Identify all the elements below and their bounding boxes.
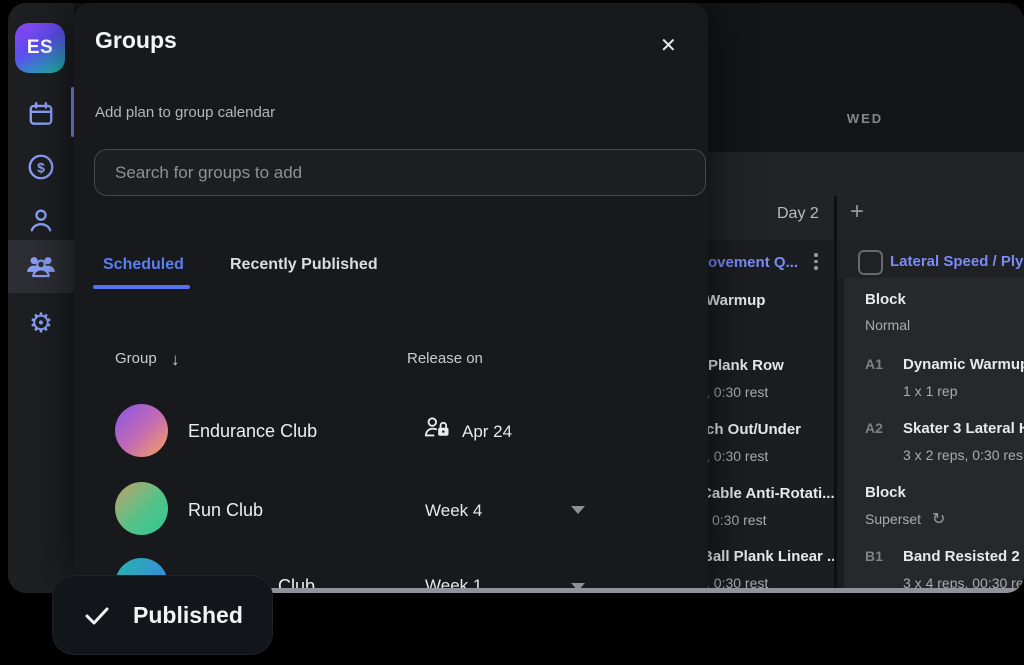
block-type: Superset bbox=[865, 511, 921, 527]
day-column-title: Day 2 bbox=[777, 205, 819, 223]
exercise-text: Dynamic Warmup bbox=[903, 356, 1024, 373]
sidebar-item-payments[interactable]: $ bbox=[8, 143, 74, 191]
published-toast: Published bbox=[52, 575, 273, 655]
modal-title: Groups bbox=[95, 27, 177, 54]
svg-text:$: $ bbox=[37, 159, 45, 175]
chevron-down-icon[interactable] bbox=[571, 506, 585, 514]
tab-recently-published[interactable]: Recently Published bbox=[230, 256, 378, 274]
weekday-header: WED bbox=[843, 111, 887, 126]
card-edge-strip bbox=[837, 278, 844, 593]
sidebar: ES $ bbox=[8, 3, 74, 593]
superset-cycle-icon: ↻ bbox=[932, 509, 945, 529]
workout-checkbox[interactable] bbox=[858, 250, 883, 275]
exercise-detail: , 0:30 rest bbox=[706, 448, 768, 464]
groups-icon bbox=[25, 253, 57, 280]
sidebar-item-groups[interactable] bbox=[8, 240, 74, 293]
tab-scheduled[interactable]: Scheduled bbox=[103, 256, 184, 274]
sort-descending-icon[interactable]: ↓ bbox=[171, 350, 180, 370]
group-name: Run Club bbox=[188, 500, 263, 521]
group-avatar bbox=[115, 404, 168, 457]
kebab-menu-icon[interactable] bbox=[814, 253, 818, 270]
exercise-tag: A1 bbox=[865, 356, 883, 372]
add-workout-button[interactable]: + bbox=[850, 198, 864, 226]
exercise-detail: 3 x 2 reps, 0:30 res bbox=[903, 447, 1023, 463]
close-icon[interactable]: ✕ bbox=[656, 29, 681, 62]
dollar-icon: $ bbox=[26, 152, 56, 182]
exercise-detail: 1 x 1 rep bbox=[903, 383, 957, 399]
exercise-text: Warmup bbox=[706, 292, 765, 309]
app-window: WED Day 2 + ovement Q... Warmup Plank Ro… bbox=[8, 3, 1024, 593]
exercise-detail: , 0:30 rest bbox=[706, 384, 768, 400]
toast-label: Published bbox=[133, 602, 243, 629]
exercise-text: ch Out/Under bbox=[706, 421, 801, 438]
release-date: Apr 24 bbox=[462, 422, 512, 442]
workout-link[interactable]: Lateral Speed / Plyo bbox=[890, 253, 1024, 270]
calendar-icon bbox=[27, 100, 55, 128]
exercise-text: Band Resisted 2 Step bbox=[903, 548, 1024, 565]
group-avatar bbox=[115, 482, 168, 535]
sidebar-item-settings[interactable]: ⚙ bbox=[8, 299, 74, 347]
exercise-tag: B1 bbox=[865, 548, 883, 564]
exercise-text: Plank Row bbox=[708, 357, 784, 374]
exercise-text: Skater 3 Lateral Hop bbox=[903, 420, 1024, 437]
groups-modal: Groups ✕ Add plan to group calendar Sche… bbox=[74, 3, 708, 588]
release-week-select[interactable]: Week 4 bbox=[425, 501, 482, 521]
exercise-tag: A2 bbox=[865, 420, 883, 436]
modal-subtitle: Add plan to group calendar bbox=[95, 104, 275, 121]
active-tab-underline bbox=[93, 285, 190, 289]
release-week-select[interactable]: Week 1 bbox=[425, 576, 482, 588]
group-name: Club bbox=[278, 576, 315, 588]
search-input[interactable] bbox=[94, 149, 706, 196]
exercise-text: Cable Anti-Rotati... bbox=[701, 485, 834, 502]
group-name: Endurance Club bbox=[188, 421, 317, 442]
workout-link[interactable]: ovement Q... bbox=[708, 254, 798, 271]
block-type: Normal bbox=[865, 317, 910, 333]
workout-card: Block Normal A1 Dynamic Warmup 1 x 1 rep… bbox=[844, 278, 1024, 593]
person-lock-icon bbox=[424, 416, 451, 439]
block-label: Block bbox=[865, 484, 906, 501]
block-label: Block bbox=[865, 291, 906, 308]
avatar[interactable]: ES bbox=[15, 23, 65, 73]
gear-icon: ⚙ bbox=[29, 310, 53, 337]
exercise-text: Ball Plank Linear ... bbox=[702, 548, 834, 565]
column-header-release-on: Release on bbox=[407, 350, 483, 367]
sidebar-item-clients[interactable] bbox=[8, 196, 74, 244]
checkmark-icon bbox=[83, 601, 111, 629]
exercise-detail: 0:30 rest bbox=[712, 512, 766, 528]
sidebar-item-calendar[interactable] bbox=[8, 90, 74, 138]
person-icon bbox=[27, 206, 55, 234]
column-header-group[interactable]: Group bbox=[115, 350, 157, 367]
